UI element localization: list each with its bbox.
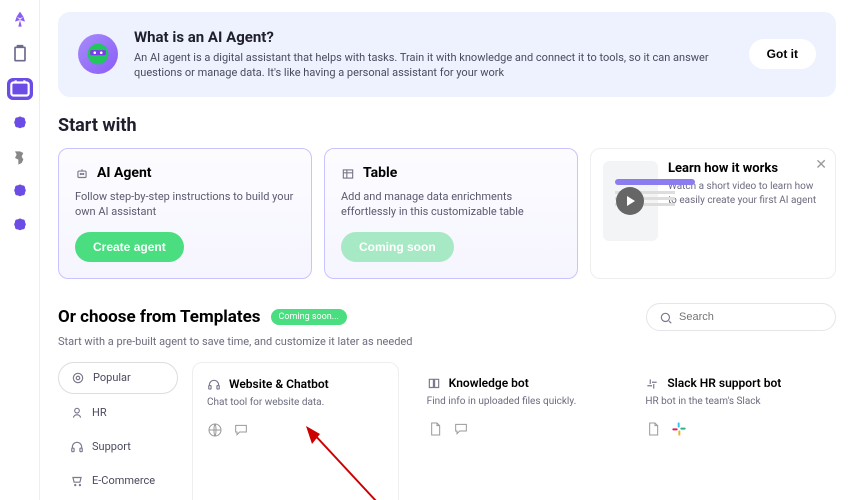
learn-title: Learn how it works	[668, 161, 823, 176]
close-icon[interactable]: ✕	[815, 157, 827, 173]
start-heading: Start with	[58, 115, 836, 136]
table-card-desc: Add and manage data enrichments effortle…	[341, 189, 561, 220]
create-agent-button[interactable]: Create agent	[75, 232, 184, 262]
table-card[interactable]: Table Add and manage data enrichments ef…	[324, 148, 578, 279]
person-icon	[70, 406, 84, 420]
templates-heading: Or choose from Templates	[58, 307, 261, 327]
ninja-avatar-icon	[78, 34, 118, 74]
template-title: Website & Chatbot	[229, 377, 329, 391]
template-desc: Chat tool for website data.	[207, 397, 384, 408]
table-coming-soon-button: Coming soon	[341, 232, 454, 262]
coming-soon-badge: Coming soon...	[271, 309, 347, 325]
book-icon	[427, 376, 441, 390]
category-label: HR	[92, 406, 107, 419]
nav-muscle-icon[interactable]	[10, 148, 30, 168]
info-banner: What is an AI Agent? An AI agent is a di…	[58, 12, 836, 97]
banner-title: What is an AI Agent?	[134, 28, 734, 46]
learn-card[interactable]: ✕ Learn how it works Watch a short video…	[590, 148, 836, 279]
search-input[interactable]	[679, 311, 823, 323]
left-rail	[0, 0, 40, 500]
target-icon	[71, 371, 85, 385]
category-popular[interactable]: Popular	[58, 362, 178, 394]
ai-agent-card[interactable]: AI Agent Follow step-by-step instruction…	[58, 148, 312, 279]
template-search[interactable]	[646, 303, 836, 331]
category-hr[interactable]: HR	[58, 398, 178, 428]
category-label: Popular	[93, 371, 131, 384]
template-website-chatbot[interactable]: Website & Chatbot Chat tool for website …	[192, 362, 399, 500]
category-label: Support	[92, 440, 131, 453]
globe-icon	[207, 422, 223, 438]
main-content: What is an AI Agent? An AI agent is a di…	[40, 0, 854, 500]
template-slack-hr-bot[interactable]: Slack HR support bot HR bot in the team'…	[631, 362, 836, 500]
template-desc: HR bot in the team's Slack	[645, 396, 822, 407]
agent-card-title: AI Agent	[97, 165, 152, 181]
play-icon[interactable]	[616, 187, 644, 215]
slack-icon	[671, 421, 687, 437]
category-support[interactable]: Support	[58, 432, 178, 462]
search-icon	[659, 310, 673, 324]
file-icon	[427, 421, 443, 437]
nav-agents-icon[interactable]	[7, 78, 33, 100]
table-card-title: Table	[363, 165, 397, 181]
template-title: Knowledge bot	[449, 376, 529, 390]
nav-brain-1-icon[interactable]	[10, 114, 30, 134]
robot-icon	[75, 166, 89, 180]
nav-brain-3-icon[interactable]	[10, 216, 30, 236]
template-title: Slack HR support bot	[667, 376, 781, 390]
chat-icon	[233, 422, 249, 438]
nav-clipboard-icon[interactable]	[10, 44, 30, 64]
banner-body: An AI agent is a digital assistant that …	[134, 50, 734, 81]
category-ecommerce[interactable]: E-Commerce	[58, 466, 178, 496]
video-thumbnail[interactable]	[603, 161, 658, 241]
category-label: E-Commerce	[92, 474, 155, 487]
templates-subtitle: Start with a pre-built agent to save tim…	[58, 335, 836, 348]
category-list: Popular HR Support E-Commerce Business	[58, 362, 178, 500]
logo-icon[interactable]	[10, 10, 30, 30]
headset-icon	[70, 440, 84, 454]
table-icon	[341, 166, 355, 180]
cart-icon	[70, 474, 84, 488]
slack-outline-icon	[645, 376, 659, 390]
got-it-button[interactable]: Got it	[749, 39, 816, 69]
chat-icon	[453, 421, 469, 437]
template-desc: Find info in uploaded files quickly.	[427, 396, 604, 407]
file-icon	[645, 421, 661, 437]
nav-brain-2-icon[interactable]	[10, 182, 30, 202]
agent-card-desc: Follow step-by-step instructions to buil…	[75, 189, 295, 220]
headset-icon	[207, 377, 221, 391]
template-knowledge-bot[interactable]: Knowledge bot Find info in uploaded file…	[413, 362, 618, 500]
